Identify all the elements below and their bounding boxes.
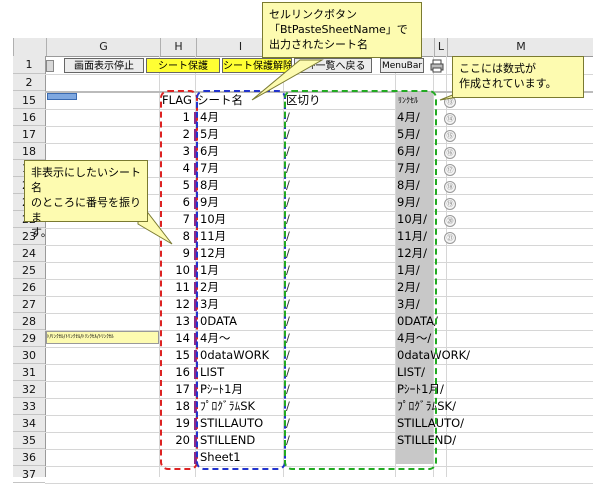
formula-callout: ここには数式が 作成されています。 (452, 56, 584, 98)
cell-link-button-callout: セルリンクボタン 「BtPasteSheetName」で 出力されたシート名 (262, 2, 422, 58)
hide-sheet-callout: 非表示にしたいシート名 のところに番号を振りま す。 (24, 160, 148, 239)
